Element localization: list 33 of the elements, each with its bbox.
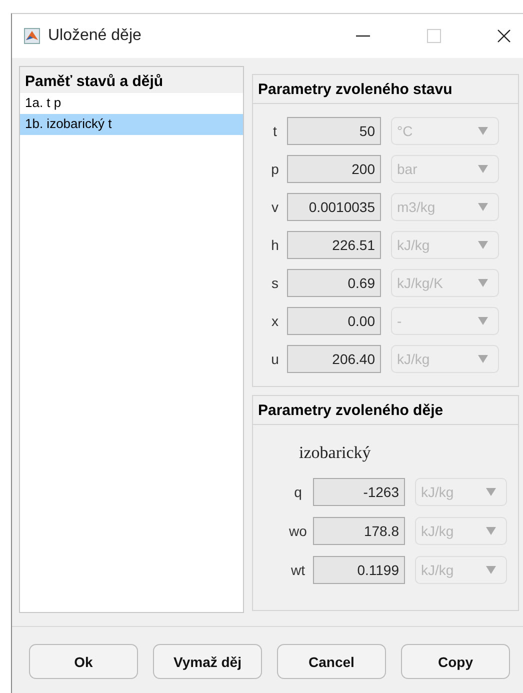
panel-title: Parametry zvoleného stavu xyxy=(253,75,518,104)
dialog-button[interactable]: Copy xyxy=(401,644,510,679)
close-icon[interactable] xyxy=(497,29,511,43)
field-label: u xyxy=(270,351,280,367)
field-label: wt xyxy=(290,562,306,578)
caret-icon xyxy=(486,488,496,496)
caret-icon xyxy=(486,527,496,535)
field-label: q xyxy=(293,484,303,500)
field-label: t xyxy=(272,123,278,139)
caret-icon xyxy=(478,279,488,287)
app-icon xyxy=(24,28,40,44)
process-name: izobarický xyxy=(298,442,372,463)
field-label: s xyxy=(270,275,280,291)
field-label: x xyxy=(270,313,280,329)
field-label: wo xyxy=(288,523,308,539)
dialog-button[interactable]: Cancel xyxy=(277,644,386,679)
caret-icon xyxy=(478,127,488,135)
caret-icon xyxy=(478,203,488,211)
caret-icon xyxy=(486,566,496,574)
caret-icon xyxy=(478,241,488,249)
field-label: h xyxy=(270,237,280,253)
list-item[interactable]: 1a. t p xyxy=(20,93,243,114)
panel-title: Parametry zvoleného děje xyxy=(253,396,518,425)
window-title: Uložené děje xyxy=(48,27,142,45)
panel-title: Paměť stavů a dějů xyxy=(20,67,243,93)
caret-icon xyxy=(478,165,488,173)
list-item[interactable]: 1b. izobarický t xyxy=(20,114,243,135)
field-label: v xyxy=(270,199,280,215)
field-label: p xyxy=(270,161,280,177)
caret-icon xyxy=(478,355,488,363)
dialog-button[interactable]: Vymaž děj xyxy=(153,644,262,679)
caret-icon xyxy=(478,317,488,325)
dialog-button[interactable]: Ok xyxy=(29,644,138,679)
